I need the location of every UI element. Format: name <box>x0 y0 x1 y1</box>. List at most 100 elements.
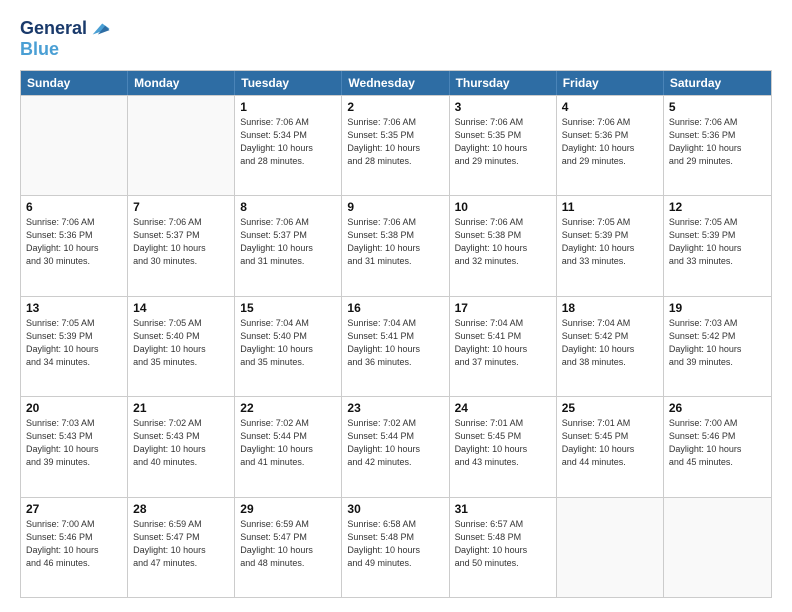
day-info: Sunrise: 7:02 AM Sunset: 5:43 PM Dayligh… <box>133 417 229 469</box>
day-info: Sunrise: 7:06 AM Sunset: 5:36 PM Dayligh… <box>669 116 766 168</box>
calendar-week: 27 Sunrise: 7:00 AM Sunset: 5:46 PM Dayli… <box>21 497 771 597</box>
calendar-cell: 10 Sunrise: 7:06 AM Sunset: 5:38 PM Dayli… <box>450 196 557 295</box>
calendar-cell: 13 Sunrise: 7:05 AM Sunset: 5:39 PM Dayli… <box>21 297 128 396</box>
calendar-cell: 3 Sunrise: 7:06 AM Sunset: 5:35 PM Daylig… <box>450 96 557 195</box>
day-info: Sunrise: 7:06 AM Sunset: 5:35 PM Dayligh… <box>455 116 551 168</box>
calendar-cell: 28 Sunrise: 6:59 AM Sunset: 5:47 PM Dayli… <box>128 498 235 597</box>
day-number: 10 <box>455 200 551 214</box>
calendar-cell: 8 Sunrise: 7:06 AM Sunset: 5:37 PM Daylig… <box>235 196 342 295</box>
day-number: 11 <box>562 200 658 214</box>
day-number: 5 <box>669 100 766 114</box>
day-number: 24 <box>455 401 551 415</box>
logo-blue: Blue <box>20 40 111 60</box>
day-number: 27 <box>26 502 122 516</box>
calendar-week: 1 Sunrise: 7:06 AM Sunset: 5:34 PM Daylig… <box>21 95 771 195</box>
day-number: 14 <box>133 301 229 315</box>
day-number: 16 <box>347 301 443 315</box>
day-info: Sunrise: 7:02 AM Sunset: 5:44 PM Dayligh… <box>240 417 336 469</box>
day-number: 13 <box>26 301 122 315</box>
day-number: 9 <box>347 200 443 214</box>
header: General Blue <box>20 18 772 60</box>
weekday-header: Wednesday <box>342 71 449 95</box>
day-number: 15 <box>240 301 336 315</box>
day-number: 22 <box>240 401 336 415</box>
day-number: 23 <box>347 401 443 415</box>
logo-icon <box>89 18 111 40</box>
day-number: 1 <box>240 100 336 114</box>
day-info: Sunrise: 7:00 AM Sunset: 5:46 PM Dayligh… <box>26 518 122 570</box>
day-info: Sunrise: 7:05 AM Sunset: 5:39 PM Dayligh… <box>669 216 766 268</box>
day-number: 7 <box>133 200 229 214</box>
day-info: Sunrise: 7:04 AM Sunset: 5:41 PM Dayligh… <box>455 317 551 369</box>
day-number: 6 <box>26 200 122 214</box>
day-info: Sunrise: 7:04 AM Sunset: 5:41 PM Dayligh… <box>347 317 443 369</box>
day-number: 25 <box>562 401 658 415</box>
calendar-cell: 5 Sunrise: 7:06 AM Sunset: 5:36 PM Daylig… <box>664 96 771 195</box>
calendar-cell <box>557 498 664 597</box>
day-number: 26 <box>669 401 766 415</box>
day-info: Sunrise: 7:06 AM Sunset: 5:38 PM Dayligh… <box>455 216 551 268</box>
calendar-cell <box>664 498 771 597</box>
calendar-cell: 27 Sunrise: 7:00 AM Sunset: 5:46 PM Dayli… <box>21 498 128 597</box>
calendar-cell: 26 Sunrise: 7:00 AM Sunset: 5:46 PM Dayli… <box>664 397 771 496</box>
day-number: 18 <box>562 301 658 315</box>
day-info: Sunrise: 7:01 AM Sunset: 5:45 PM Dayligh… <box>455 417 551 469</box>
calendar-cell: 16 Sunrise: 7:04 AM Sunset: 5:41 PM Dayli… <box>342 297 449 396</box>
calendar-cell: 25 Sunrise: 7:01 AM Sunset: 5:45 PM Dayli… <box>557 397 664 496</box>
calendar-cell: 19Sunrise: 7:03 AM Sunset: 5:42 PM Dayli… <box>664 297 771 396</box>
day-info: Sunrise: 7:03 AM Sunset: 5:43 PM Dayligh… <box>26 417 122 469</box>
day-info: Sunrise: 7:01 AM Sunset: 5:45 PM Dayligh… <box>562 417 658 469</box>
day-number: 28 <box>133 502 229 516</box>
weekday-header: Saturday <box>664 71 771 95</box>
day-number: 4 <box>562 100 658 114</box>
day-number: 2 <box>347 100 443 114</box>
calendar-cell: 22 Sunrise: 7:02 AM Sunset: 5:44 PM Dayli… <box>235 397 342 496</box>
calendar-cell: 15 Sunrise: 7:04 AM Sunset: 5:40 PM Dayli… <box>235 297 342 396</box>
calendar-cell: 1 Sunrise: 7:06 AM Sunset: 5:34 PM Daylig… <box>235 96 342 195</box>
logo-text: General <box>20 19 87 39</box>
day-number: 8 <box>240 200 336 214</box>
weekday-header: Monday <box>128 71 235 95</box>
day-info: Sunrise: 7:06 AM Sunset: 5:37 PM Dayligh… <box>133 216 229 268</box>
day-info: Sunrise: 7:05 AM Sunset: 5:39 PM Dayligh… <box>26 317 122 369</box>
calendar-cell: 23Sunrise: 7:02 AM Sunset: 5:44 PM Dayli… <box>342 397 449 496</box>
calendar-cell <box>21 96 128 195</box>
calendar-cell: 31 Sunrise: 6:57 AM Sunset: 5:48 PM Dayli… <box>450 498 557 597</box>
weekday-header: Tuesday <box>235 71 342 95</box>
calendar-cell: 4 Sunrise: 7:06 AM Sunset: 5:36 PM Daylig… <box>557 96 664 195</box>
day-number: 29 <box>240 502 336 516</box>
calendar-cell: 24 Sunrise: 7:01 AM Sunset: 5:45 PM Dayli… <box>450 397 557 496</box>
day-number: 30 <box>347 502 443 516</box>
day-info: Sunrise: 7:06 AM Sunset: 5:34 PM Dayligh… <box>240 116 336 168</box>
calendar-header: SundayMondayTuesdayWednesdayThursdayFrid… <box>21 71 771 95</box>
day-info: Sunrise: 7:06 AM Sunset: 5:36 PM Dayligh… <box>562 116 658 168</box>
weekday-header: Sunday <box>21 71 128 95</box>
calendar: SundayMondayTuesdayWednesdayThursdayFrid… <box>20 70 772 598</box>
day-info: Sunrise: 6:59 AM Sunset: 5:47 PM Dayligh… <box>133 518 229 570</box>
day-number: 31 <box>455 502 551 516</box>
calendar-week: 20 Sunrise: 7:03 AM Sunset: 5:43 PM Dayli… <box>21 396 771 496</box>
day-info: Sunrise: 6:57 AM Sunset: 5:48 PM Dayligh… <box>455 518 551 570</box>
day-number: 19 <box>669 301 766 315</box>
calendar-cell: 7 Sunrise: 7:06 AM Sunset: 5:37 PM Daylig… <box>128 196 235 295</box>
day-info: Sunrise: 6:59 AM Sunset: 5:47 PM Dayligh… <box>240 518 336 570</box>
day-info: Sunrise: 7:04 AM Sunset: 5:42 PM Dayligh… <box>562 317 658 369</box>
calendar-cell: 17Sunrise: 7:04 AM Sunset: 5:41 PM Dayli… <box>450 297 557 396</box>
weekday-header: Thursday <box>450 71 557 95</box>
day-info: Sunrise: 7:06 AM Sunset: 5:37 PM Dayligh… <box>240 216 336 268</box>
calendar-cell: 20 Sunrise: 7:03 AM Sunset: 5:43 PM Dayli… <box>21 397 128 496</box>
day-number: 12 <box>669 200 766 214</box>
calendar-cell <box>128 96 235 195</box>
logo: General Blue <box>20 18 111 60</box>
calendar-cell: 9 Sunrise: 7:06 AM Sunset: 5:38 PM Daylig… <box>342 196 449 295</box>
day-info: Sunrise: 7:06 AM Sunset: 5:38 PM Dayligh… <box>347 216 443 268</box>
calendar-week: 13 Sunrise: 7:05 AM Sunset: 5:39 PM Dayli… <box>21 296 771 396</box>
day-number: 20 <box>26 401 122 415</box>
calendar-body: 1 Sunrise: 7:06 AM Sunset: 5:34 PM Daylig… <box>21 95 771 597</box>
day-info: Sunrise: 7:00 AM Sunset: 5:46 PM Dayligh… <box>669 417 766 469</box>
day-number: 21 <box>133 401 229 415</box>
day-info: Sunrise: 7:04 AM Sunset: 5:40 PM Dayligh… <box>240 317 336 369</box>
calendar-cell: 30Sunrise: 6:58 AM Sunset: 5:48 PM Dayli… <box>342 498 449 597</box>
calendar-cell: 14Sunrise: 7:05 AM Sunset: 5:40 PM Dayli… <box>128 297 235 396</box>
day-number: 3 <box>455 100 551 114</box>
